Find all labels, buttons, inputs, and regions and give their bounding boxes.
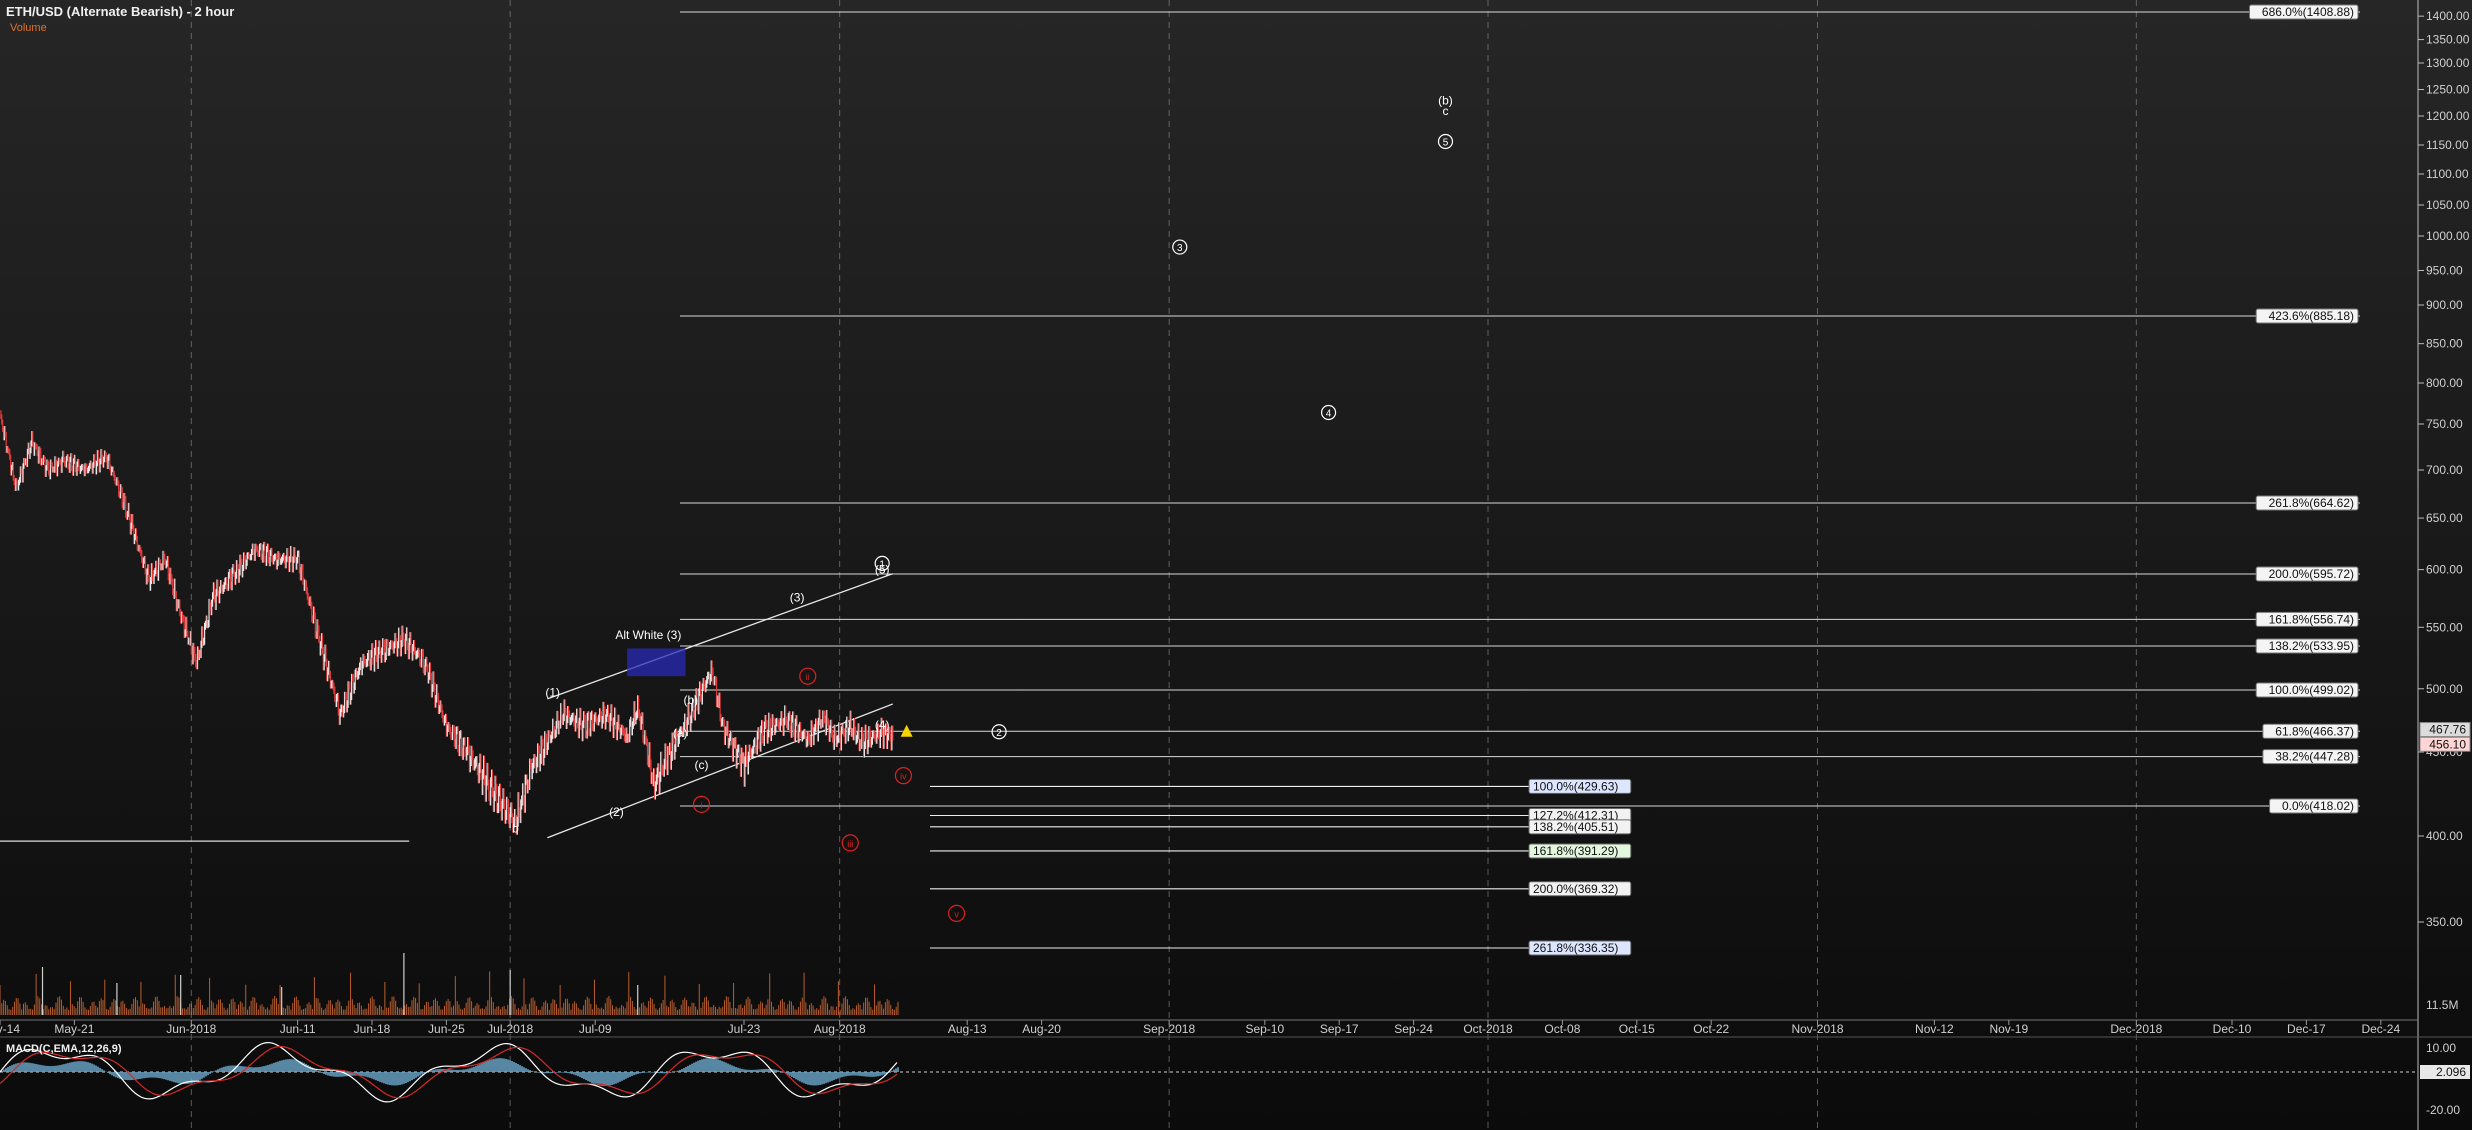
y-tick-label: 1200.00 bbox=[2426, 109, 2470, 123]
fib-label: 38.2%(447.28) bbox=[2275, 750, 2354, 764]
wave-circle-red-label: iii bbox=[847, 839, 853, 849]
fib-label: 161.8%(391.29) bbox=[1533, 844, 1618, 858]
y-tick-label: 1400.00 bbox=[2426, 9, 2470, 23]
chart-background bbox=[0, 0, 2472, 1130]
x-tick-label: Jul-2018 bbox=[487, 1022, 533, 1036]
fib-label: 686.0%(1408.88) bbox=[2262, 5, 2354, 19]
x-tick-label: Oct-22 bbox=[1693, 1022, 1729, 1036]
wave-label: (3) bbox=[790, 591, 805, 605]
price-badge-value: 467.76 bbox=[2429, 723, 2466, 737]
y-tick-label: 350.00 bbox=[2426, 915, 2463, 929]
wave-label: b bbox=[512, 822, 519, 836]
x-tick-label: Jul-23 bbox=[728, 1022, 761, 1036]
y-tick-label: 800.00 bbox=[2426, 376, 2463, 390]
wave-label: (c) bbox=[694, 758, 708, 772]
wave-circle-label: 1 bbox=[879, 559, 885, 570]
x-tick-label: Dec-24 bbox=[2361, 1022, 2400, 1036]
macd-title: MACD(C,EMA,12,26,9) bbox=[6, 1043, 122, 1055]
wave-circle-label: 3 bbox=[1177, 243, 1183, 254]
wave-label: c bbox=[1442, 104, 1448, 118]
fib-label: 100.0%(499.02) bbox=[2269, 683, 2354, 697]
fib-label: 0.0%(418.02) bbox=[2282, 799, 2354, 813]
x-tick-label: Jun-2018 bbox=[166, 1022, 216, 1036]
y-tick-label: 900.00 bbox=[2426, 298, 2463, 312]
chart-title: ETH/USD (Alternate Bearish) - 2 hour bbox=[6, 4, 235, 19]
fib-label: 138.2%(533.95) bbox=[2269, 639, 2354, 653]
fib-label: 161.8%(556.74) bbox=[2269, 612, 2354, 626]
x-tick-label: Sep-17 bbox=[1320, 1022, 1359, 1036]
chart-canvas: 686.0%(1408.88) 423.6%(885.18) 261.8%(664.… bbox=[0, 0, 2472, 1130]
wave-label: (1) bbox=[545, 685, 560, 699]
x-tick-label: Sep-10 bbox=[1245, 1022, 1284, 1036]
x-tick-label: Nov-12 bbox=[1915, 1022, 1954, 1036]
wave-circle-label: 4 bbox=[1326, 409, 1332, 420]
fib-label: 423.6%(885.18) bbox=[2269, 309, 2354, 323]
y-tick-label: 550.00 bbox=[2426, 620, 2463, 634]
alt-white-target-box bbox=[627, 648, 686, 677]
wave-label: Alt White (3) bbox=[615, 628, 681, 642]
y-tick-label: 500.00 bbox=[2426, 682, 2463, 696]
volume-label: Volume bbox=[10, 22, 47, 34]
y-tick-label: 600.00 bbox=[2426, 563, 2463, 577]
x-tick-label: Aug-13 bbox=[948, 1022, 987, 1036]
x-tick-label: Aug-2018 bbox=[814, 1022, 866, 1036]
wave-label: (b) bbox=[684, 693, 699, 707]
x-tick-label: Dec-2018 bbox=[2110, 1022, 2162, 1036]
y-tick-label: 1100.00 bbox=[2426, 167, 2469, 181]
y-tick-label: 750.00 bbox=[2426, 417, 2463, 431]
y-tick-label: 1150.00 bbox=[2426, 138, 2469, 152]
x-tick-label: Dec-17 bbox=[2287, 1022, 2326, 1036]
x-tick-label: Aug-20 bbox=[1022, 1022, 1061, 1036]
wave-label: (a) bbox=[673, 726, 688, 740]
x-tick-label: Jun-18 bbox=[354, 1022, 391, 1036]
y-tick-label: 1250.00 bbox=[2426, 83, 2470, 97]
x-tick-label: Jun-11 bbox=[280, 1022, 316, 1036]
y-tick-label: 1350.00 bbox=[2426, 33, 2470, 47]
wave-circle-red-label: v bbox=[954, 909, 959, 919]
x-tick-label: Nov-19 bbox=[1989, 1022, 2028, 1036]
y-tick-label: 1050.00 bbox=[2426, 198, 2470, 212]
x-tick-label: May-14 bbox=[0, 1022, 20, 1036]
fib-label: 200.0%(369.32) bbox=[1533, 882, 1618, 896]
x-tick-label: Oct-2018 bbox=[1463, 1022, 1513, 1036]
wave-label: (2) bbox=[609, 805, 624, 819]
y-tick-label: 1000.00 bbox=[2426, 229, 2470, 243]
wave-circle-label: 5 bbox=[1443, 138, 1449, 149]
macd-tick-label: -20.00 bbox=[2426, 1103, 2460, 1117]
price-badge-value: 456.10 bbox=[2429, 737, 2466, 751]
fib-label: 261.8%(664.62) bbox=[2269, 496, 2354, 510]
y-tick-label: 1300.00 bbox=[2426, 56, 2470, 70]
wave-circle-red-label: iv bbox=[900, 772, 907, 782]
fib-label: 100.0%(429.63) bbox=[1533, 779, 1618, 793]
x-tick-label: May-21 bbox=[54, 1022, 94, 1036]
y-tick-label: 850.00 bbox=[2426, 337, 2463, 351]
fib-label: 138.2%(405.51) bbox=[1533, 820, 1618, 834]
wave-circle-red-label: ii bbox=[806, 672, 810, 682]
x-tick-label: Jul-09 bbox=[579, 1022, 612, 1036]
x-tick-label: Oct-08 bbox=[1544, 1022, 1580, 1036]
macd-tick-label: 10.00 bbox=[2426, 1041, 2456, 1055]
wave-circle-label: 2 bbox=[996, 728, 1002, 739]
x-tick-label: Nov-2018 bbox=[1791, 1022, 1843, 1036]
x-tick-label: Dec-10 bbox=[2213, 1022, 2252, 1036]
fib-label: 261.8%(336.35) bbox=[1533, 941, 1618, 955]
fib-label: 200.0%(595.72) bbox=[2269, 567, 2354, 581]
y-tick-label: 650.00 bbox=[2426, 511, 2463, 525]
y-tick-label: 950.00 bbox=[2426, 264, 2463, 278]
wave-circle-red-label: i bbox=[700, 800, 702, 810]
volume-axis-label: 11.5M bbox=[2426, 998, 2458, 1012]
fib-label: 61.8%(466.37) bbox=[2275, 724, 2354, 738]
y-tick-label: 700.00 bbox=[2426, 463, 2463, 477]
x-tick-label: Sep-24 bbox=[1394, 1022, 1433, 1036]
x-tick-label: Oct-15 bbox=[1619, 1022, 1655, 1036]
wave-label: (4) bbox=[875, 718, 890, 732]
x-tick-label: Jun-25 bbox=[428, 1022, 465, 1036]
y-tick-label: 400.00 bbox=[2426, 829, 2463, 843]
macd-value: 2.096 bbox=[2436, 1065, 2466, 1079]
x-tick-label: Sep-2018 bbox=[1143, 1022, 1195, 1036]
